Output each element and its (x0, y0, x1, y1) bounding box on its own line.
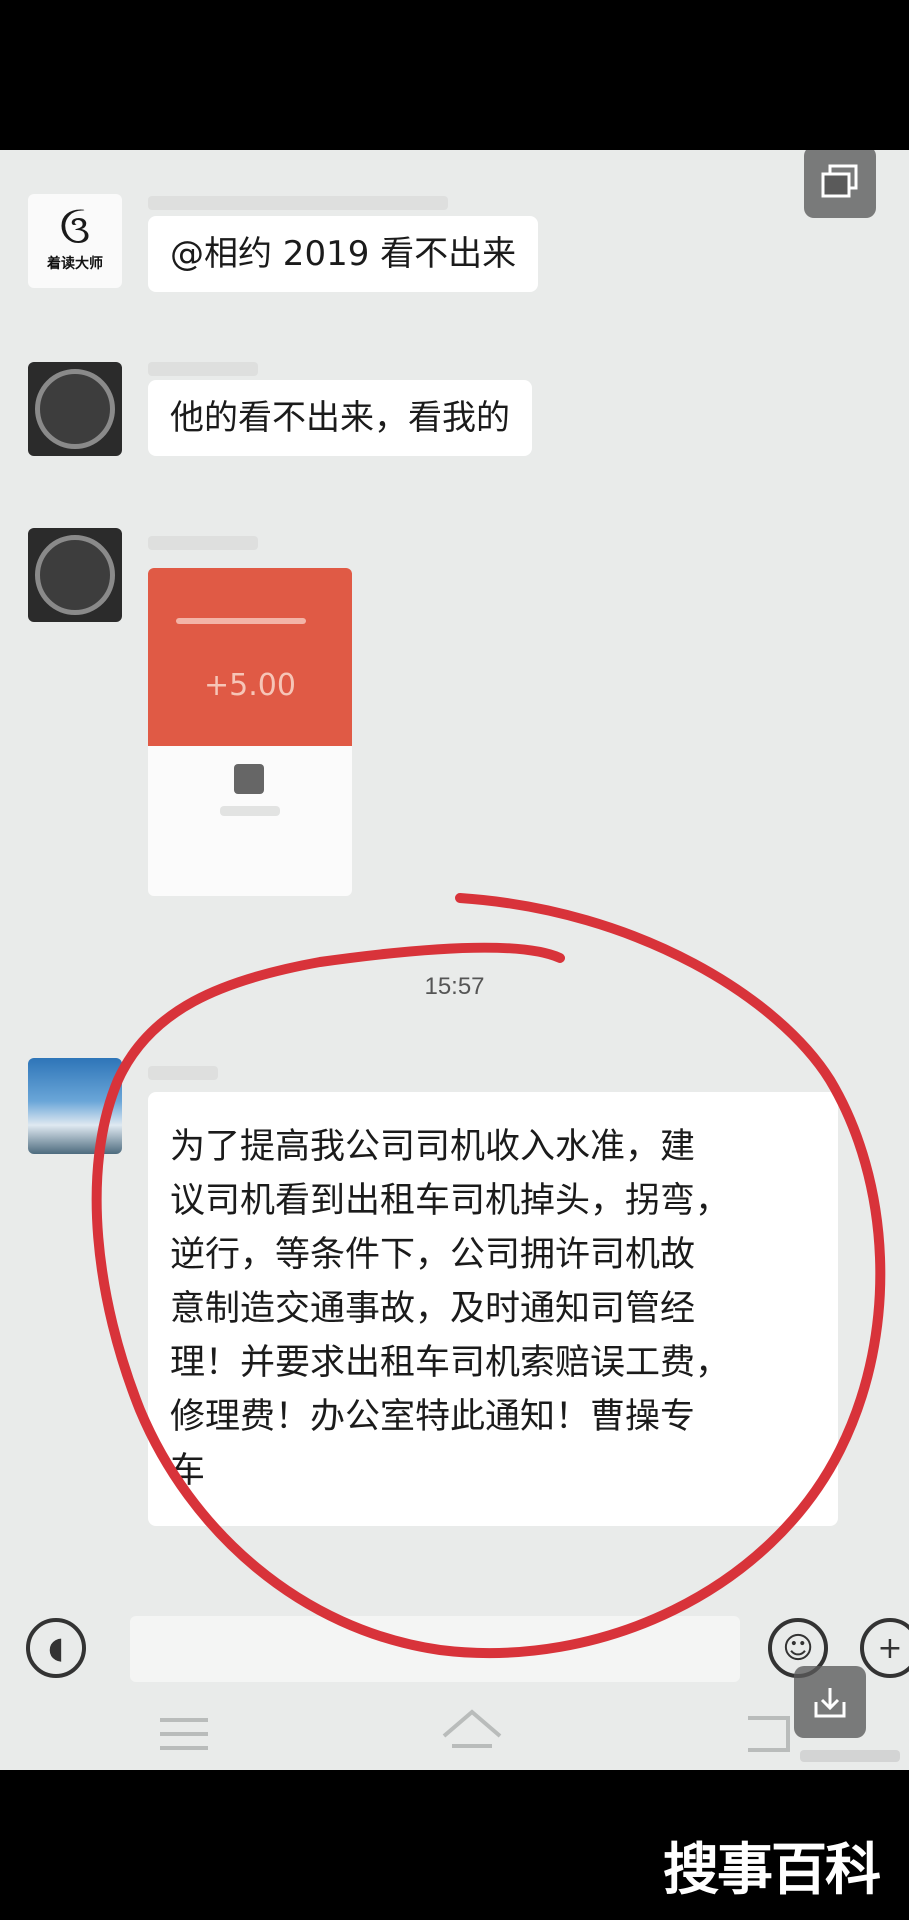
chat-screenshot: ઉ 着读大师 @相约 2019 看不出来 他的看不出来，看我的 +5.00 15… (0, 150, 909, 1770)
annotation-stroke (91, 893, 886, 1658)
watermark: 搜事百科 (663, 1838, 881, 1903)
multi-window-icon (821, 164, 858, 198)
save-image-button[interactable] (794, 1666, 866, 1738)
download-icon (814, 1688, 846, 1718)
screen: { "chat": { "messages": [ {"sender": "gr… (0, 0, 909, 1920)
multi-window-button[interactable] (804, 150, 876, 218)
red-annotation-circle (91, 893, 886, 1658)
